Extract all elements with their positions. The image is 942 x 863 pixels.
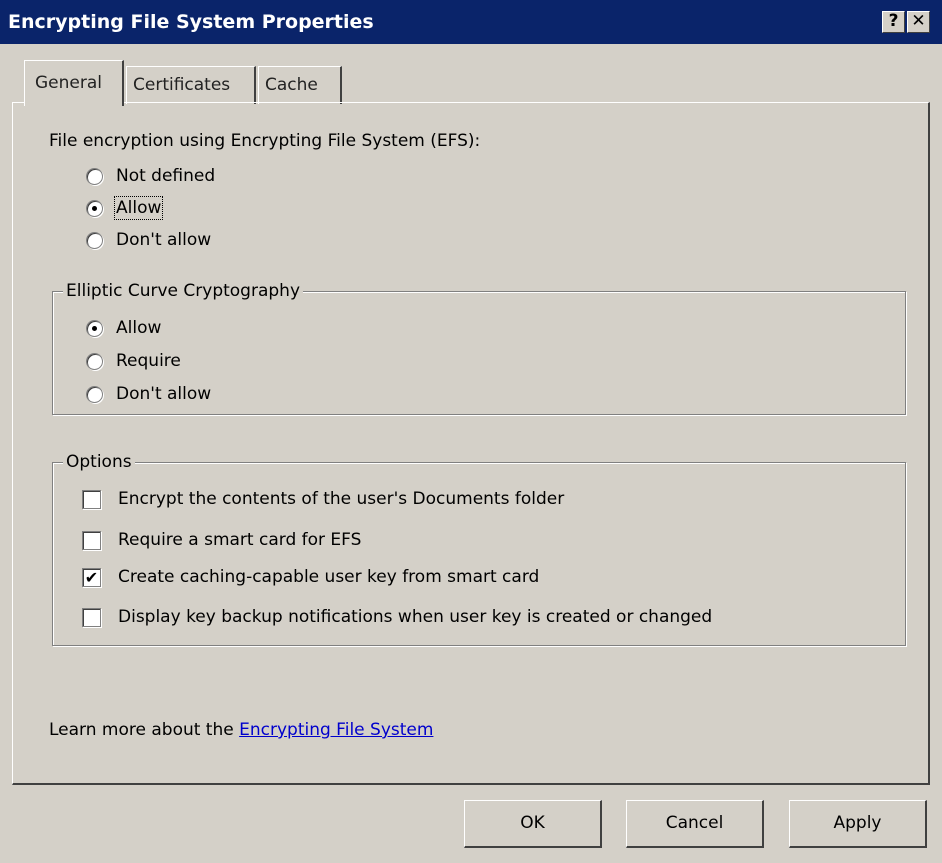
option-require-smart-card-label: Require a smart card for EFS xyxy=(118,530,362,550)
radio-button[interactable] xyxy=(86,200,103,217)
checkbox[interactable] xyxy=(82,608,101,627)
ecc-group-title: Elliptic Curve Cryptography xyxy=(63,281,303,301)
option-caching-capable-key-label: Create caching-capable user key from sma… xyxy=(118,567,540,587)
window-title: Encrypting File System Properties xyxy=(8,11,374,33)
efs-help-link[interactable]: Encrypting File System xyxy=(239,720,433,740)
tab-cache[interactable]: Cache xyxy=(258,66,342,104)
close-icon: ✕ xyxy=(911,11,926,31)
tab-certificates-label: Certificates xyxy=(133,75,231,95)
checkbox[interactable]: ✔ xyxy=(82,568,101,587)
options-group-title: Options xyxy=(63,452,135,472)
efs-heading: File encryption using Encrypting File Sy… xyxy=(49,131,481,151)
radio-button[interactable] xyxy=(86,353,103,370)
ecc-radio-allow-label: Allow xyxy=(116,318,162,338)
help-icon: ? xyxy=(888,11,899,31)
ecc-radio-require-label: Require xyxy=(116,351,181,371)
option-encrypt-documents-label: Encrypt the contents of the user's Docum… xyxy=(118,489,565,509)
ecc-radio-dont-allow-label: Don't allow xyxy=(116,384,212,404)
apply-button[interactable]: Apply xyxy=(789,800,927,848)
learn-more-text: Learn more about the Encrypting File Sys… xyxy=(49,720,433,740)
efs-radio-dont-allow-label: Don't allow xyxy=(116,230,212,250)
tab-general[interactable]: General xyxy=(24,60,124,106)
cancel-button[interactable]: Cancel xyxy=(626,800,764,848)
help-button[interactable]: ? xyxy=(882,11,905,33)
ok-button[interactable]: OK xyxy=(464,800,602,848)
tab-cache-label: Cache xyxy=(265,75,318,95)
radio-button[interactable] xyxy=(86,320,103,337)
option-key-backup-notifications-label: Display key backup notifications when us… xyxy=(118,607,713,627)
title-bar: Encrypting File System Properties ? ✕ xyxy=(0,0,942,44)
learn-more-prefix: Learn more about the xyxy=(49,720,240,740)
radio-button[interactable] xyxy=(86,168,103,185)
radio-button[interactable] xyxy=(86,232,103,249)
checkbox[interactable] xyxy=(82,531,101,550)
close-button[interactable]: ✕ xyxy=(907,11,930,33)
checkbox[interactable] xyxy=(82,490,101,509)
radio-button[interactable] xyxy=(86,386,103,403)
tab-certificates[interactable]: Certificates xyxy=(126,66,256,104)
tab-general-label: General xyxy=(35,73,102,93)
efs-radio-allow-label: Allow xyxy=(113,196,164,220)
efs-radio-not-defined-label: Not defined xyxy=(116,166,216,186)
